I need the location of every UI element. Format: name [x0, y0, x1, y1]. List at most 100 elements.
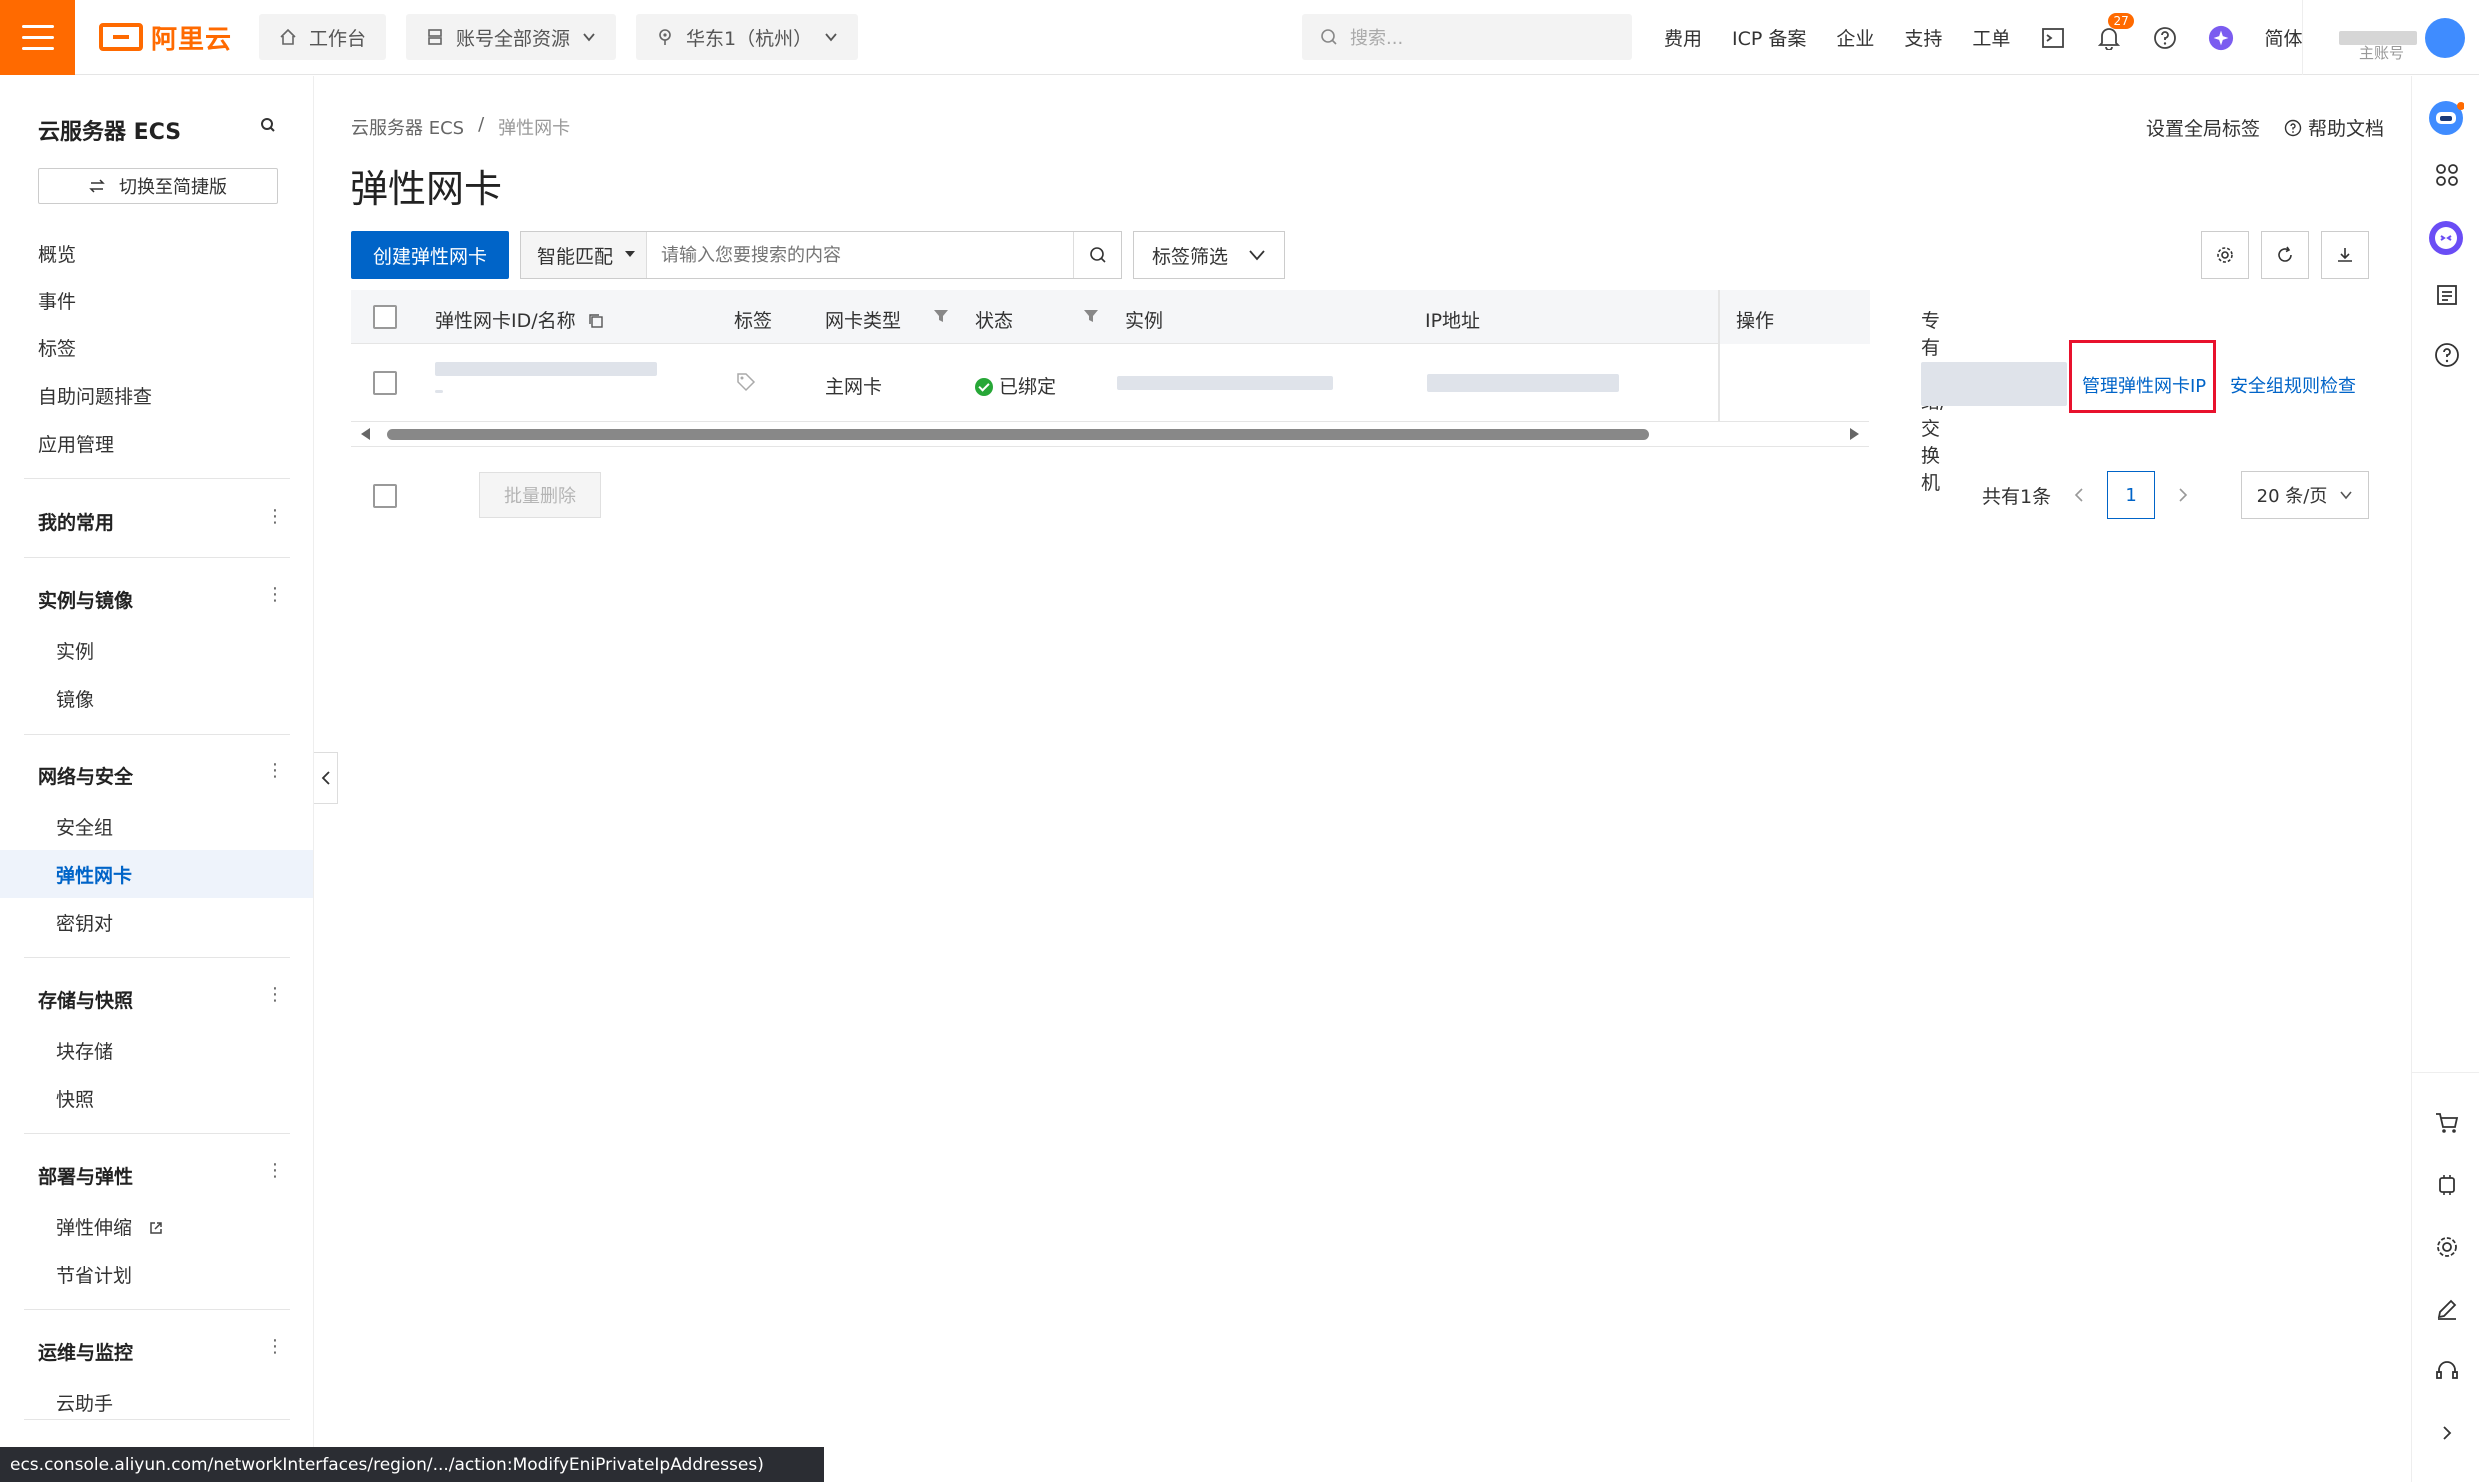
checklist-icon[interactable]: [2432, 280, 2462, 310]
breadcrumb-ecs[interactable]: 云服务器 ECS: [351, 114, 464, 140]
security-group-check-link[interactable]: 安全组规则检查: [2230, 372, 2356, 398]
sidebar-item-block-storage[interactable]: 块存储: [56, 1037, 113, 1064]
sidebar-item-troubleshoot[interactable]: 自助问题排查: [38, 382, 152, 409]
help-circle-icon: [2284, 119, 2302, 136]
global-search[interactable]: 搜索...: [1302, 14, 1632, 60]
search-mode-select[interactable]: 智能匹配: [521, 232, 647, 278]
headset-icon[interactable]: [2432, 1356, 2462, 1386]
help-docs-link[interactable]: 帮助文档: [2284, 114, 2384, 141]
chatbot-icon[interactable]: [2428, 220, 2464, 256]
sidebar-group-storage-snapshots[interactable]: 存储与快照: [38, 986, 133, 1013]
sidebar-item-overview[interactable]: 概览: [38, 240, 76, 267]
search-input[interactable]: [647, 244, 1073, 266]
bulk-delete-button[interactable]: 批量删除: [479, 472, 601, 518]
notification-bell-icon[interactable]: 27: [2096, 12, 2134, 51]
ai-assistant-icon[interactable]: [2208, 25, 2234, 51]
sidebar-group-instances-images[interactable]: 实例与镜像: [38, 586, 133, 613]
gear-icon[interactable]: [2432, 1232, 2462, 1262]
help-icon[interactable]: [2152, 25, 2178, 51]
tag-filter-dropdown[interactable]: 标签筛选: [1133, 231, 1285, 279]
sidebar-item-savings-plan[interactable]: 节省计划: [56, 1261, 132, 1288]
more-icon[interactable]: ⋮: [266, 586, 284, 604]
copy-icon[interactable]: [588, 313, 604, 329]
filter-icon[interactable]: [933, 308, 949, 324]
search-icon: [1321, 29, 1337, 45]
edit-icon[interactable]: [2432, 1294, 2462, 1324]
aliyun-logo[interactable]: 阿里云: [99, 19, 239, 56]
resources-dropdown[interactable]: 账号全部资源: [406, 14, 617, 60]
menu-button[interactable]: [0, 0, 75, 75]
col-eni-id-label: 弹性网卡ID/名称: [435, 310, 576, 332]
sidebar-item-security-groups[interactable]: 安全组: [56, 813, 113, 840]
sidebar-item-tags[interactable]: 标签: [38, 334, 76, 361]
sidebar-item-instances[interactable]: 实例: [56, 637, 94, 664]
region-label: 华东1（杭州）: [686, 27, 813, 50]
enterprise-link[interactable]: 企业: [1836, 24, 1874, 51]
sidebar-item-images[interactable]: 镜像: [56, 685, 94, 712]
browser-status-bar: ecs.console.aliyun.com/networkInterfaces…: [0, 1447, 824, 1482]
col-nic-type: 网卡类型: [825, 310, 902, 332]
global-tags-link[interactable]: 设置全局标签: [2146, 114, 2260, 141]
switch-simple-mode-button[interactable]: 切换至简捷版: [38, 168, 278, 204]
sidebar-item-app-management[interactable]: 应用管理: [38, 430, 114, 457]
sidebar-item-key-pairs[interactable]: 密钥对: [56, 909, 113, 936]
more-icon[interactable]: ⋮: [266, 1338, 284, 1356]
select-all-checkbox[interactable]: [373, 305, 397, 329]
sidebar-item-events[interactable]: 事件: [38, 287, 76, 314]
sidebar-group-deploy-elastic[interactable]: 部署与弹性: [38, 1162, 133, 1189]
sidebar-item-auto-scaling[interactable]: 弹性伸缩: [56, 1213, 164, 1240]
more-icon[interactable]: ⋮: [266, 1162, 284, 1180]
sidebar-item-snapshots[interactable]: 快照: [56, 1085, 94, 1112]
tag-icon[interactable]: [736, 372, 756, 392]
sidebar-item-cloud-assistant[interactable]: 云助手: [56, 1389, 113, 1416]
vpc-vswitch-redacted[interactable]: [1921, 362, 2067, 406]
workbench-button[interactable]: 工作台: [259, 14, 387, 60]
ip-address-redacted: [1427, 374, 1619, 392]
more-icon[interactable]: ⋮: [266, 986, 284, 1004]
help-icon[interactable]: [2432, 340, 2462, 370]
terminal-icon[interactable]: [2040, 25, 2066, 51]
next-page-icon[interactable]: [2177, 487, 2189, 503]
status-url: ecs.console.aliyun.com/networkInterfaces…: [10, 1454, 764, 1475]
footer-select-all-checkbox[interactable]: [373, 484, 397, 508]
sidebar-item-eni[interactable]: 弹性网卡: [56, 861, 132, 888]
page-size-select[interactable]: 20 条/页: [2241, 471, 2369, 519]
more-icon[interactable]: ⋮: [266, 508, 284, 526]
create-eni-button[interactable]: 创建弹性网卡: [351, 231, 509, 279]
ticket-link[interactable]: 工单: [1972, 24, 2010, 51]
language-switch[interactable]: 简体: [2264, 24, 2302, 51]
instance-id-redacted[interactable]: [1117, 376, 1333, 390]
account-menu[interactable]: 主账号: [2302, 0, 2479, 75]
page-1-button[interactable]: 1: [2107, 471, 2156, 519]
chevron-left-icon: [321, 771, 330, 785]
scroll-thumb[interactable]: [387, 429, 1649, 440]
sidebar-search-icon[interactable]: [260, 116, 276, 138]
breadcrumb-separator: /: [478, 114, 485, 135]
support-link[interactable]: 支持: [1904, 24, 1942, 51]
more-icon[interactable]: ⋮: [266, 762, 284, 780]
settings-button[interactable]: [2201, 231, 2249, 279]
table-horizontal-scrollbar[interactable]: [351, 422, 1869, 446]
filter-icon[interactable]: [1083, 308, 1099, 324]
apps-grid-icon[interactable]: [2432, 160, 2462, 190]
scroll-left-icon[interactable]: [361, 428, 371, 440]
sidebar-group-ops-monitoring[interactable]: 运维与监控: [38, 1338, 133, 1365]
eni-id-redacted[interactable]: [435, 362, 657, 376]
avatar[interactable]: [2425, 18, 2465, 58]
chip-icon[interactable]: [2432, 1170, 2462, 1200]
search-button[interactable]: [1073, 232, 1121, 278]
prev-page-icon[interactable]: [2073, 487, 2085, 503]
icp-link[interactable]: ICP 备案: [1732, 24, 1806, 51]
region-dropdown[interactable]: 华东1（杭州）: [636, 14, 859, 60]
row-checkbox[interactable]: [373, 371, 397, 395]
billing-link[interactable]: 费用: [1664, 24, 1702, 51]
export-button[interactable]: [2321, 231, 2369, 279]
sidebar-collapse-button[interactable]: [314, 752, 338, 804]
ai-robot-icon[interactable]: [2428, 100, 2464, 136]
sidebar-group-favorites[interactable]: 我的常用: [38, 508, 114, 535]
scroll-right-icon[interactable]: [1849, 428, 1859, 440]
sidebar-group-network-security[interactable]: 网络与安全: [38, 762, 133, 789]
cart-icon[interactable]: [2432, 1108, 2462, 1138]
chevron-right-icon[interactable]: [2432, 1418, 2462, 1448]
refresh-button[interactable]: [2261, 231, 2309, 279]
